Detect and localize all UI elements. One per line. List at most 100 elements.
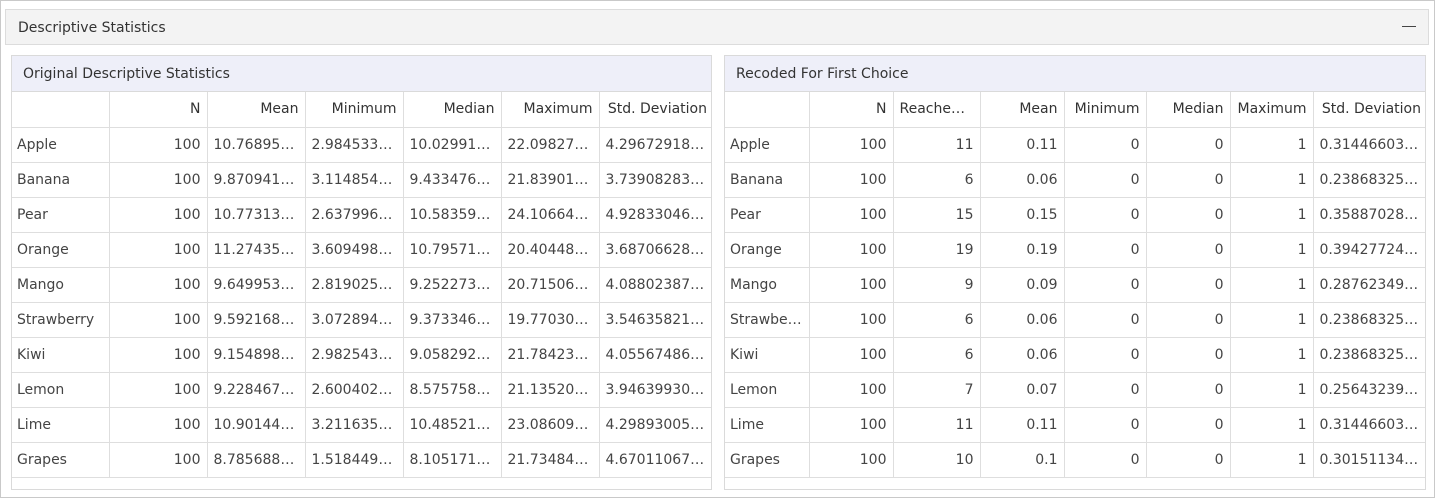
table-cell: 21.784231… (501, 337, 600, 373)
table-cell: 1 (1230, 127, 1314, 163)
table-row: Pear 100 15 0.15 0 0 1 0.358870281… (725, 197, 1425, 233)
table-cell: 0.06 (980, 162, 1065, 198)
table-cell: 3.1148548… (305, 162, 404, 198)
table-cell: 0 (1064, 407, 1147, 443)
table-cell: 8.5757583… (403, 372, 502, 408)
table-row: Kiwi 100 9.1548980… 2.9825432… 9.0582920… 21.… (12, 337, 711, 373)
table-row: Pear 100 10.773138… 2.6379964… 10.583591… 24.… (12, 197, 711, 233)
table-cell: 100 (109, 127, 208, 163)
table-cell: 9.0582920… (403, 337, 502, 373)
table-cell: 10 (893, 442, 981, 478)
collapse-icon[interactable] (1400, 16, 1418, 34)
table-cell: 23.086099… (501, 407, 600, 443)
table-cell: 0 (1146, 302, 1231, 338)
table-cell: 9.2522735… (403, 267, 502, 303)
table-cell: 3.687066281… (599, 232, 711, 268)
row-label-header[interactable] (12, 92, 110, 128)
table-cell: 4.298930055… (599, 407, 711, 443)
table-cell: 3.0728943… (305, 302, 404, 338)
row-label-cell: Grapes (12, 442, 110, 478)
row-label-cell: Orange (12, 232, 110, 268)
table-cell: 8.1051711… (403, 442, 502, 478)
table-cell: 100 (809, 127, 894, 163)
table-cell: 0 (1064, 337, 1147, 373)
descriptive-statistics-panel: Descriptive Statistics Original Descript… (0, 0, 1435, 498)
table-row: Apple 100 11 0.11 0 0 1 0.314466037… (725, 127, 1425, 163)
table-cell: 1 (1230, 162, 1314, 198)
column-header[interactable]: Minimum (305, 92, 404, 128)
table-row: Banana 100 6 0.06 0 0 1 0.238683256… (725, 162, 1425, 198)
column-header[interactable]: N (109, 92, 208, 128)
table-cell: 100 (109, 407, 208, 443)
table-cell: 0 (1064, 232, 1147, 268)
column-header[interactable]: Mean (980, 92, 1065, 128)
table-cell: 100 (809, 442, 894, 478)
column-header[interactable]: Minimum (1064, 92, 1147, 128)
table-cell: 100 (109, 162, 208, 198)
table-cell: 6 (893, 337, 981, 373)
table-cell: 100 (809, 232, 894, 268)
table-cell: 0 (1146, 197, 1231, 233)
column-header[interactable]: Mean (207, 92, 306, 128)
table-row: Kiwi 100 6 0.06 0 0 1 0.238683256… (725, 337, 1425, 373)
table-cell: 7 (893, 372, 981, 408)
table-cell: 0 (1146, 267, 1231, 303)
table-cell: 21.135201… (501, 372, 600, 408)
table-cell: 0.256432399… (1313, 372, 1425, 408)
table-cell: 24.106648… (501, 197, 600, 233)
table-cell: 0.07 (980, 372, 1065, 408)
table-cell: 9.5921684… (207, 302, 306, 338)
column-header[interactable]: Reached N (893, 92, 981, 128)
table-cell: 11 (893, 407, 981, 443)
table-cell: 100 (109, 232, 208, 268)
column-header[interactable]: N (809, 92, 894, 128)
table-cell: 10.029913… (403, 127, 502, 163)
table-row: Strawbe… 100 6 0.06 0 0 1 0.238683256… (725, 302, 1425, 338)
table-cell: 21.734843… (501, 442, 600, 478)
table-cell: 0 (1064, 372, 1147, 408)
table-cell: 21.839013… (501, 162, 600, 198)
original-stats-table-container: Original Descriptive Statistics N Mean Min… (11, 55, 712, 490)
table-cell: 3.739082839… (599, 162, 711, 198)
table-cell: 0 (1064, 267, 1147, 303)
table-cell: 9.8709414… (207, 162, 306, 198)
table-cell: 0.314466037… (1313, 407, 1425, 443)
table-cell: 0.287623491… (1313, 267, 1425, 303)
column-header[interactable]: Std. Deviation (599, 92, 711, 128)
row-label-cell: Apple (725, 127, 810, 163)
table-cell: 3.6094984… (305, 232, 404, 268)
table-cell: 3.546358210… (599, 302, 711, 338)
table-cell: 4.088023870… (599, 267, 711, 303)
column-header[interactable]: Median (403, 92, 502, 128)
table-row: Lime 100 11 0.11 0 0 1 0.314466037… (725, 407, 1425, 443)
table-cell: 0.238683256… (1313, 302, 1425, 338)
table-cell: 100 (809, 407, 894, 443)
column-header[interactable]: Median (1146, 92, 1231, 128)
table-cell: 1 (1230, 267, 1314, 303)
table-row: Orange 100 19 0.19 0 0 1 0.394277244… (725, 232, 1425, 268)
table-row: Grapes 100 10 0.1 0 0 1 0.301511344… (725, 442, 1425, 478)
table-cell: 8.7856883… (207, 442, 306, 478)
table-cell: 100 (809, 197, 894, 233)
recoded-stats-table-container: Recoded For First Choice N Reached N Mean M… (724, 55, 1426, 490)
table-cell: 0 (1146, 442, 1231, 478)
table-cell: 2.6379964… (305, 197, 404, 233)
table-cell: 11 (893, 127, 981, 163)
column-header[interactable]: Maximum (501, 92, 600, 128)
table-cell: 20.715065… (501, 267, 600, 303)
table-cell: 100 (109, 267, 208, 303)
table-cell: 10.773138… (207, 197, 306, 233)
panel-title: Descriptive Statistics (18, 20, 166, 36)
original-stats-table-title: Original Descriptive Statistics (12, 56, 711, 92)
table-cell: 2.6004025… (305, 372, 404, 408)
table-cell: 100 (809, 302, 894, 338)
table-cell: 100 (809, 337, 894, 373)
table-cell: 0 (1064, 302, 1147, 338)
row-label-cell: Lime (12, 407, 110, 443)
table-cell: 100 (109, 302, 208, 338)
table-cell: 100 (109, 372, 208, 408)
table-row: Strawberry 100 9.5921684… 3.0728943… 9.37334… (12, 302, 711, 338)
row-label-header[interactable] (725, 92, 810, 128)
column-header[interactable]: Maximum (1230, 92, 1314, 128)
column-header[interactable]: Std. Deviation (1313, 92, 1425, 128)
